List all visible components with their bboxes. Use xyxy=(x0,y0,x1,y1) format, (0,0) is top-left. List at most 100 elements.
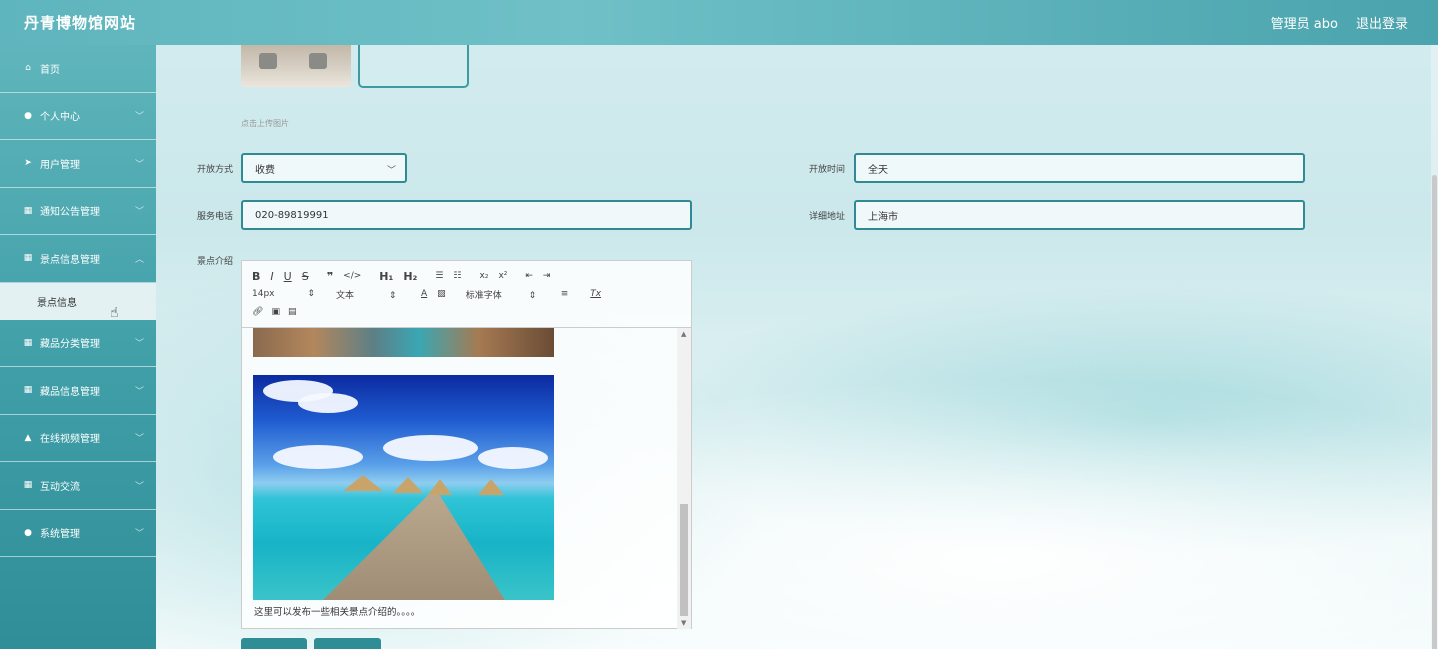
resort-image-top xyxy=(253,328,554,357)
text-style-select[interactable]: 文本 ⇕ xyxy=(336,288,421,301)
editor-content[interactable]: 这里可以发布一些相关景点介绍的。。。。 xyxy=(242,328,678,628)
user-icon: ● xyxy=(24,110,32,121)
blockquote-icon[interactable]: ❞ xyxy=(327,270,333,283)
page-scrollbar[interactable] xyxy=(1431,45,1438,649)
video-icon[interactable]: ▤ xyxy=(288,307,297,317)
sidebar-item-label: 个人中心 xyxy=(40,112,80,124)
open-time-value: 全天 xyxy=(868,164,888,176)
sidebar: ⌂ 首页 ● 个人中心 ﹀ ➤ 用户管理 ﹀ ▦ 通知公告管理 ﹀ ▦ 景点信息… xyxy=(0,45,156,649)
editor-toolbar: B I U S ❞ </> H₁ H₂ ☰ ☷ x₂ x² ⇤ ⇥ 14px ⇕… xyxy=(242,261,691,328)
editor-scrollbar[interactable]: ▲ ▼ xyxy=(677,328,691,629)
cloud xyxy=(298,393,358,413)
align-icon[interactable]: ≡ xyxy=(561,289,569,299)
sidebar-item-interaction[interactable]: ▦ 互动交流 ﹀ xyxy=(0,462,156,510)
logout-link[interactable]: 退出登录 xyxy=(1356,13,1408,32)
submit-button[interactable] xyxy=(241,638,307,649)
underline-icon[interactable]: U xyxy=(284,270,292,283)
hand-cursor-icon: ☝ xyxy=(110,305,119,321)
sidebar-item-label: 通知公告管理 xyxy=(40,207,100,219)
person-icon: ▲ xyxy=(24,432,32,443)
outdent-icon[interactable]: ⇤ xyxy=(525,271,533,281)
background-color-icon[interactable]: ▨ xyxy=(437,289,446,299)
editor-text: 这里可以发布一些相关景点介绍的。。。。 xyxy=(254,607,421,618)
chevron-updown-icon: ⇕ xyxy=(388,290,397,301)
bullet-list-icon[interactable]: ☷ xyxy=(453,271,461,281)
site-title: 丹青博物馆网站 xyxy=(24,14,137,32)
image-upload-box[interactable] xyxy=(358,42,469,88)
address-input[interactable]: 上海市 xyxy=(854,200,1305,230)
sidebar-item-notices[interactable]: ▦ 通知公告管理 ﹀ xyxy=(0,188,156,235)
chevron-down-icon: ﹀ xyxy=(134,339,144,350)
font-size-select[interactable]: 14px ⇕ xyxy=(252,289,322,299)
image-detail xyxy=(259,53,277,69)
sidebar-item-collection-info[interactable]: ▦ 藏品信息管理 ﹀ xyxy=(0,367,156,415)
open-mode-select[interactable]: 收费 ﹀ xyxy=(241,153,407,183)
code-block-icon[interactable]: </> xyxy=(343,271,361,281)
font-family-select[interactable]: 标准字体 ⇕ xyxy=(466,288,561,301)
cloud xyxy=(478,447,548,469)
chevron-down-icon: ﹀ xyxy=(134,386,144,397)
sidebar-item-label: 系统管理 xyxy=(40,529,80,541)
clear-format-icon[interactable]: Tx xyxy=(590,289,601,299)
grid-icon: ▦ xyxy=(23,253,33,264)
image-detail xyxy=(309,53,327,69)
subscript-icon[interactable]: x₂ xyxy=(480,271,489,281)
scroll-down-icon[interactable]: ▼ xyxy=(681,619,686,627)
chevron-up-icon: ︿ xyxy=(134,254,144,265)
sidebar-item-video[interactable]: ▲ 在线视频管理 ﹀ xyxy=(0,415,156,462)
chevron-down-icon: ﹀ xyxy=(134,159,144,170)
chevron-down-icon: ﹀ xyxy=(134,529,144,540)
ordered-list-icon[interactable]: ☰ xyxy=(435,271,443,281)
sidebar-item-home[interactable]: ⌂ 首页 xyxy=(0,45,156,93)
phone-value: 020-89819991 xyxy=(255,209,329,221)
sidebar-item-collection-category[interactable]: ▦ 藏品分类管理 ﹀ xyxy=(0,320,156,367)
heading2-icon[interactable]: H₂ xyxy=(403,270,417,283)
main-content: 点击上传图片 开放方式 收费 ﹀ 开放时间 全天 服务电话 020-898199… xyxy=(156,42,1431,649)
hut xyxy=(428,479,452,495)
cloud xyxy=(383,435,478,461)
open-mode-label: 开放方式 xyxy=(196,165,233,175)
sidebar-subitem-scenic-info[interactable]: 景点信息 xyxy=(0,282,156,320)
sidebar-item-label: 藏品信息管理 xyxy=(40,386,100,398)
image-icon[interactable]: ▣ xyxy=(271,307,280,317)
grid-icon: ▦ xyxy=(23,337,33,348)
chevron-down-icon: ﹀ xyxy=(134,434,144,445)
indent-icon[interactable]: ⇥ xyxy=(543,271,551,281)
uploaded-image-thumbnail[interactable] xyxy=(241,45,351,87)
link-icon[interactable]: 🔗︎ xyxy=(252,307,263,317)
sidebar-item-scenic[interactable]: ▦ 景点信息管理 ︿ xyxy=(0,235,156,283)
cancel-button[interactable] xyxy=(314,638,381,649)
open-time-label: 开放时间 xyxy=(808,165,845,175)
pier xyxy=(318,495,508,600)
rich-text-editor: B I U S ❞ </> H₁ H₂ ☰ ☷ x₂ x² ⇤ ⇥ 14px ⇕… xyxy=(241,260,692,629)
hut xyxy=(343,475,383,491)
sidebar-item-label: 在线视频管理 xyxy=(40,434,100,446)
font-size-value: 14px xyxy=(252,289,275,299)
chevron-updown-icon: ⇕ xyxy=(528,290,537,301)
sidebar-item-system[interactable]: ● 系统管理 ﹀ xyxy=(0,510,156,557)
italic-icon[interactable]: I xyxy=(270,270,273,283)
strikethrough-icon[interactable]: S xyxy=(302,270,309,283)
heading1-icon[interactable]: H₁ xyxy=(379,270,393,283)
chevron-down-icon: ﹀ xyxy=(386,166,396,176)
bold-icon[interactable]: B xyxy=(252,270,260,283)
address-value: 上海市 xyxy=(868,211,898,223)
sidebar-item-users[interactable]: ➤ 用户管理 ﹀ xyxy=(0,140,156,188)
sidebar-item-profile[interactable]: ● 个人中心 ﹀ xyxy=(0,93,156,140)
font-color-icon[interactable]: A xyxy=(421,289,427,299)
chevron-updown-icon: ⇕ xyxy=(307,289,315,299)
superscript-icon[interactable]: x² xyxy=(498,271,507,281)
admin-user-label[interactable]: 管理员 abo xyxy=(1271,13,1338,32)
grid-icon: ▦ xyxy=(23,205,33,216)
sidebar-item-label: 用户管理 xyxy=(40,159,80,171)
phone-label: 服务电话 xyxy=(196,212,233,222)
beach-pier-image xyxy=(253,375,554,600)
page-scrollbar-thumb[interactable] xyxy=(1432,175,1437,649)
chevron-down-icon: ﹀ xyxy=(134,112,144,123)
editor-scrollbar-thumb[interactable] xyxy=(680,504,688,616)
grid-icon: ▦ xyxy=(23,385,33,396)
open-time-input[interactable]: 全天 xyxy=(854,153,1305,183)
top-header: 丹青博物馆网站 管理员 abo 退出登录 xyxy=(0,0,1438,45)
phone-input[interactable]: 020-89819991 xyxy=(241,200,692,230)
scroll-up-icon[interactable]: ▲ xyxy=(681,330,686,338)
